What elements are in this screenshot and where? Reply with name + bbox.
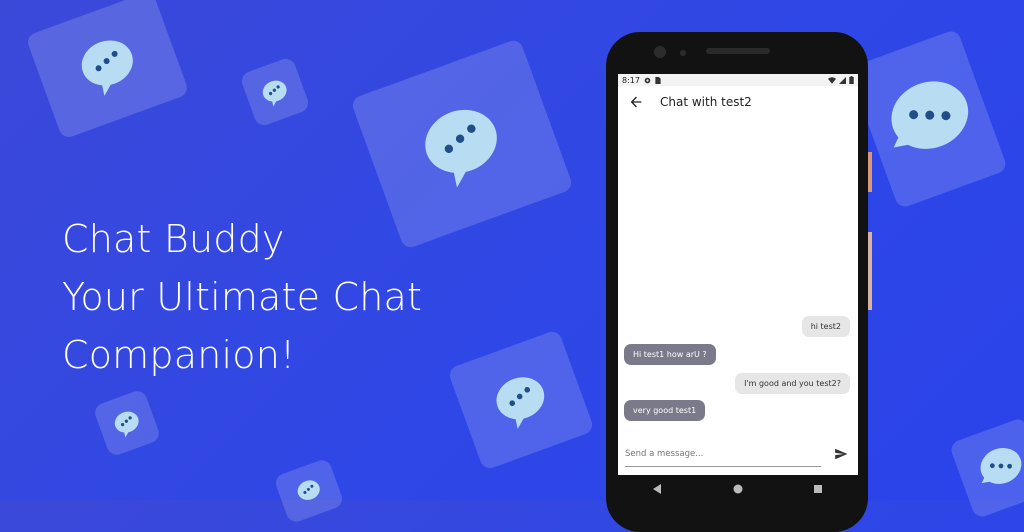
signal-icon (839, 76, 846, 84)
message-bubble-incoming: very good test1 (624, 400, 706, 421)
decor-chat-tile (25, 0, 190, 140)
speaker-grille (706, 48, 770, 54)
battery-icon (849, 76, 854, 84)
chat-bubble-icon (114, 411, 139, 438)
headline-line-3: Companion! (62, 333, 296, 377)
nav-recents-icon[interactable] (813, 484, 823, 494)
message-text: I'm good and you test2? (744, 379, 841, 388)
message-text: hi test2 (810, 322, 841, 331)
decor-chat-tile (948, 416, 1024, 520)
chat-title: Chat with test2 (660, 95, 752, 109)
chat-bubble-icon (297, 480, 320, 500)
message-input[interactable] (625, 449, 815, 459)
chat-bubble-icon (496, 377, 545, 430)
headline-line-2: Your Ultimate Chat (62, 275, 423, 319)
message-composer (624, 440, 848, 468)
message-bubble-incoming: Hi test1 how arU ? (624, 344, 716, 365)
message-text: Hi test1 how arU ? (633, 350, 707, 359)
headline-line-1: Chat Buddy (62, 217, 285, 261)
proximity-sensor (680, 50, 686, 56)
front-camera (654, 46, 666, 58)
decor-chat-tile (92, 388, 162, 458)
system-nav-bar (618, 475, 858, 503)
chat-bubble-icon (891, 81, 969, 149)
input-underline (625, 466, 821, 467)
headline: Chat Buddy Your Ultimate Chat Companion! (62, 210, 422, 384)
decor-chat-tile (273, 457, 345, 525)
back-arrow-icon[interactable] (628, 94, 644, 110)
phone-screen: 8:17 Chat with test2 hi test2 Hi test1 h… (618, 74, 858, 475)
message-text: very good test1 (633, 406, 697, 415)
decor-chat-tile (447, 329, 595, 471)
chat-bubble-icon (262, 80, 287, 107)
message-bubble-outgoing: I'm good and you test2? (735, 373, 850, 394)
status-bar: 8:17 (618, 74, 858, 86)
nav-home-icon[interactable] (733, 484, 743, 494)
chat-bubble-icon (81, 40, 133, 97)
wifi-icon (828, 76, 836, 84)
send-icon[interactable] (834, 447, 848, 461)
chat-bubble-icon (980, 447, 1022, 484)
sim-icon (655, 76, 661, 84)
status-time: 8:17 (622, 75, 640, 85)
phone-mockup: 8:17 Chat with test2 hi test2 Hi test1 h… (606, 32, 868, 532)
message-bubble-outgoing: hi test2 (801, 316, 850, 337)
settings-icon (644, 77, 651, 83)
nav-back-icon[interactable] (653, 484, 663, 494)
chat-bubble-icon (425, 109, 497, 188)
phone-side-accent (868, 152, 872, 192)
app-bar: Chat with test2 (618, 86, 858, 118)
phone-side-accent (868, 232, 872, 310)
decor-chat-tile (239, 56, 311, 128)
